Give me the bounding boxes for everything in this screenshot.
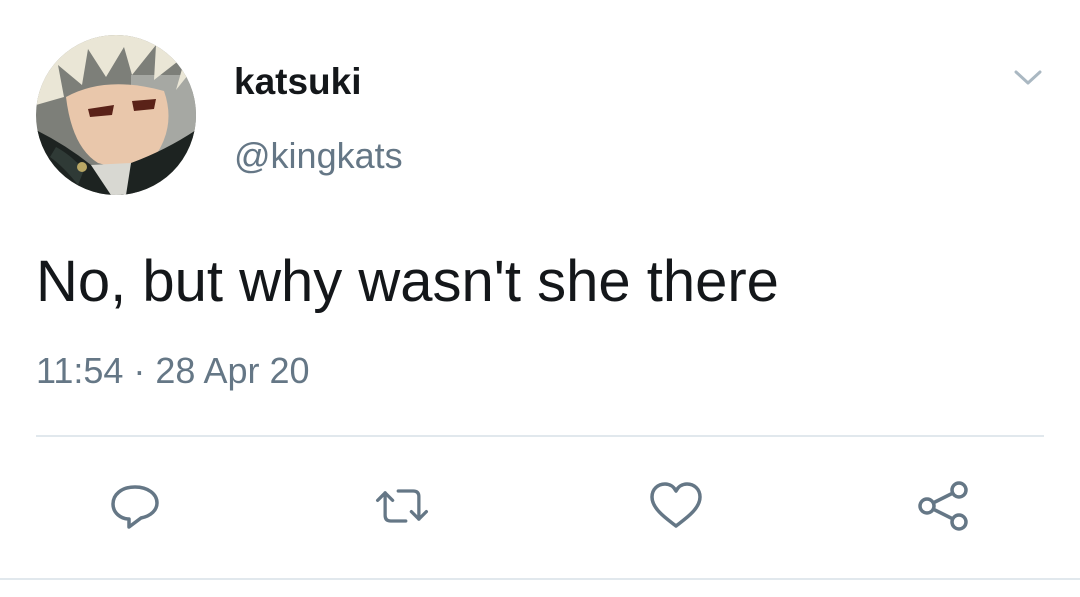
tweet-timestamp[interactable]: 11:54 · 28 Apr 20 [36,348,310,394]
divider [0,578,1080,580]
avatar-image [36,35,196,195]
tweet-card: katsuki @kingkats No, but why wasn't she… [0,0,1080,597]
share-icon [918,481,968,531]
author-handle[interactable]: @kingkats [234,133,403,179]
heart-icon [650,482,702,528]
avatar[interactable] [36,35,196,195]
tweet-text: No, but why wasn't she there [36,249,779,314]
reply-icon [111,485,159,529]
chevron-down-icon[interactable] [1008,62,1048,92]
author-display-name[interactable]: katsuki [234,58,362,106]
divider [36,435,1044,437]
like-button[interactable] [646,478,706,534]
retweet-icon [375,489,429,523]
retweet-button[interactable] [372,478,432,534]
share-button[interactable] [913,478,973,534]
reply-button[interactable] [105,478,165,534]
